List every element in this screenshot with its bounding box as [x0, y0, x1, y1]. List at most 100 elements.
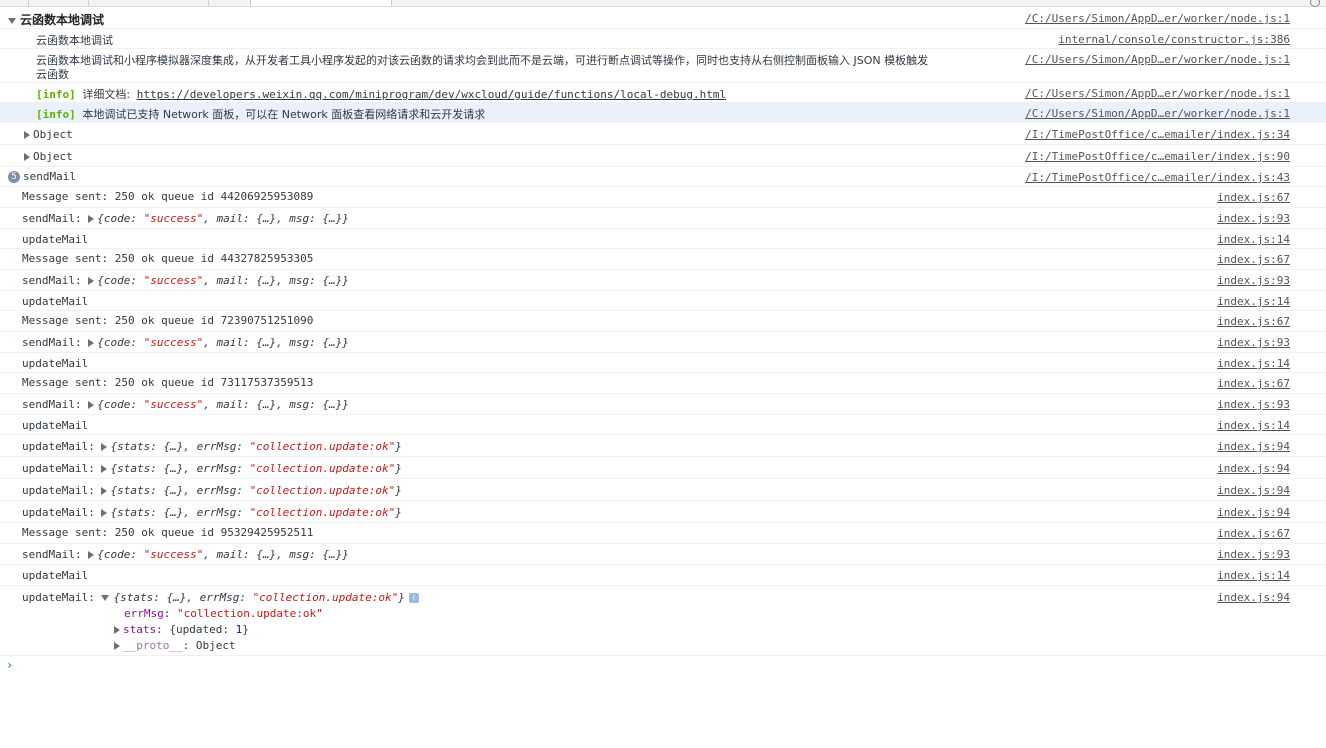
log-label: updateMail: [22, 440, 95, 453]
message-text-wrap: 云函数 [36, 68, 69, 81]
log-row: Message sent: 250 ok queue id 4420692595… [0, 187, 1326, 208]
message-text: 本地调试已支持 Network 面板，可以在 Network 面板查看网络请求和… [82, 108, 486, 121]
source-link[interactable]: index.js:94 [1217, 591, 1290, 604]
source-link[interactable]: index.js:94 [1217, 440, 1290, 453]
log-row: sendMail: {code: "success", mail: {…}, m… [0, 208, 1326, 229]
object-preview: {code: "success", mail: {…}, msg: {…}} [97, 548, 349, 561]
source-link[interactable]: index.js:14 [1217, 419, 1290, 432]
expand-arrow-icon[interactable] [101, 443, 108, 451]
source-link[interactable]: /C:/Users/Simon/AppD…er/worker/node.js:1 [1025, 12, 1290, 25]
log-row: sendMail: {code: "success", mail: {…}, m… [0, 332, 1326, 353]
expand-arrow-icon[interactable] [88, 551, 95, 559]
source-link[interactable]: index.js:14 [1217, 233, 1290, 246]
expanded-log-row: updateMail: {stats: {…}, errMsg: "collec… [0, 586, 1326, 656]
log-row: Message sent: 250 ok queue id 4432782595… [0, 249, 1326, 270]
log-row: updateMail: {stats: {…}, errMsg: "collec… [0, 479, 1326, 501]
source-link[interactable]: index.js:67 [1217, 377, 1290, 390]
log-row: sendMail: {code: "success", mail: {…}, m… [0, 270, 1326, 291]
message-text: updateMail [22, 569, 89, 582]
log-row: updateMail index.js:14 [0, 565, 1326, 586]
log-label: sendMail: [22, 398, 82, 411]
log-row: updateMail index.js:14 [0, 291, 1326, 311]
expand-arrow-icon[interactable] [24, 153, 30, 161]
source-link[interactable]: /C:/Users/Simon/AppD…er/worker/node.js:1 [1025, 87, 1290, 100]
source-link[interactable]: index.js:93 [1217, 212, 1290, 225]
expand-arrow-icon[interactable] [114, 626, 120, 634]
object-preview: {stats: {…}, errMsg: "collection.update:… [110, 462, 402, 475]
log-row: Message sent: 250 ok queue id 7311753735… [0, 373, 1326, 394]
source-link[interactable]: index.js:94 [1217, 462, 1290, 475]
expand-arrow-icon[interactable] [88, 339, 95, 347]
console-object-row[interactable]: Object /I:/TimePostOffice/c…emailer/inde… [0, 123, 1326, 145]
console-panel: 云函数本地调试 /C:/Users/Simon/AppD…er/worker/n… [0, 7, 1326, 676]
source-link[interactable]: index.js:14 [1217, 357, 1290, 370]
message-text: updateMail [22, 357, 89, 370]
toolbar-tab[interactable] [88, 0, 209, 6]
console-group-header[interactable]: 云函数本地调试 /C:/Users/Simon/AppD…er/worker/n… [0, 7, 1326, 29]
log-row: updateMail index.js:14 [0, 353, 1326, 373]
message-text: Message sent: 250 ok queue id 4420692595… [22, 190, 314, 203]
info-icon[interactable]: i [408, 593, 419, 603]
info-tag: [info] [36, 88, 76, 101]
source-link[interactable]: index.js:94 [1217, 506, 1290, 519]
expand-arrow-icon[interactable] [24, 131, 30, 139]
expand-arrow-icon[interactable] [88, 401, 95, 409]
log-label: sendMail: [22, 212, 82, 225]
collapse-arrow-icon[interactable] [101, 595, 110, 601]
source-link[interactable]: index.js:67 [1217, 527, 1290, 540]
message-text: updateMail [22, 233, 89, 246]
expand-arrow-icon[interactable] [101, 465, 108, 473]
expand-arrow-icon[interactable] [88, 215, 95, 223]
info-line: [info] 本地调试已支持 Network 面板，可以在 Network 面板… [36, 106, 485, 122]
message-text: Message sent: 250 ok queue id 9532942595… [22, 526, 314, 539]
source-link[interactable]: index.js:67 [1217, 253, 1290, 266]
log-label: updateMail: [22, 462, 95, 475]
source-link[interactable]: /C:/Users/Simon/AppD…er/worker/node.js:1 [1025, 53, 1290, 66]
message-text: sendMail [23, 170, 76, 183]
source-link[interactable]: index.js:94 [1217, 484, 1290, 497]
object-preview: {code: "success", mail: {…}, msg: {…}} [97, 398, 349, 411]
log-row: updateMail index.js:14 [0, 415, 1326, 435]
source-link[interactable]: index.js:14 [1217, 295, 1290, 308]
repeat-count-badge: 5 [8, 171, 20, 183]
active-tab[interactable] [250, 0, 392, 6]
source-link[interactable]: index.js:93 [1217, 548, 1290, 561]
expand-arrow-icon[interactable] [101, 509, 108, 517]
console-message-selected[interactable]: [info] 本地调试已支持 Network 面板，可以在 Network 面板… [0, 103, 1326, 123]
source-link[interactable]: internal/console/constructor.js:386 [1058, 33, 1290, 46]
expand-arrow-icon[interactable] [88, 277, 95, 285]
log-label: sendMail: [22, 336, 82, 349]
source-link[interactable]: index.js:93 [1217, 398, 1290, 411]
console-repeat-row[interactable]: 5 sendMail /I:/TimePostOffice/c…emailer/i… [0, 167, 1326, 187]
console-object-row[interactable]: Object /I:/TimePostOffice/c…emailer/inde… [0, 145, 1326, 167]
source-link[interactable]: /I:/TimePostOffice/c…emailer/index.js:43 [1025, 171, 1290, 184]
source-link[interactable]: /I:/TimePostOffice/c…emailer/index.js:34 [1025, 128, 1290, 141]
log-row: updateMail: {stats: {…}, errMsg: "collec… [0, 501, 1326, 523]
console-prompt-icon[interactable]: › [6, 658, 13, 672]
source-link[interactable]: index.js:93 [1217, 336, 1290, 349]
source-link[interactable]: index.js:14 [1217, 569, 1290, 582]
property-proto[interactable]: __proto__: Object [114, 639, 236, 652]
source-link[interactable]: index.js:93 [1217, 274, 1290, 287]
expand-arrow-icon[interactable] [8, 18, 16, 24]
console-prompt-row[interactable]: › [0, 656, 1326, 676]
object-label: Object [33, 150, 73, 163]
object-preview: {stats: {…}, errMsg: "collection.update:… [110, 440, 402, 453]
source-link[interactable]: index.js:67 [1217, 191, 1290, 204]
log-row: Message sent: 250 ok queue id 9532942595… [0, 523, 1326, 544]
expand-arrow-icon[interactable] [101, 487, 108, 495]
expand-arrow-icon[interactable] [114, 642, 120, 650]
log-list: Message sent: 250 ok queue id 4420692595… [0, 187, 1326, 586]
log-row: updateMail: {stats: {…}, errMsg: "collec… [0, 435, 1326, 457]
message-text: Message sent: 250 ok queue id 7311753735… [22, 376, 314, 389]
source-link[interactable]: /I:/TimePostOffice/c…emailer/index.js:90 [1025, 150, 1290, 163]
source-link[interactable]: index.js:67 [1217, 315, 1290, 328]
settings-icon[interactable] [1310, 0, 1320, 7]
log-label: updateMail: [22, 591, 95, 604]
property-stats[interactable]: stats: {updated: 1} [114, 623, 249, 636]
toolbar-tab[interactable] [0, 0, 29, 6]
source-link[interactable]: /C:/Users/Simon/AppD…er/worker/node.js:1 [1025, 107, 1290, 120]
toolbar-tab[interactable] [28, 0, 89, 6]
message-text: updateMail [22, 419, 89, 432]
docs-link[interactable]: https://developers.weixin.qq.com/minipro… [137, 88, 726, 101]
